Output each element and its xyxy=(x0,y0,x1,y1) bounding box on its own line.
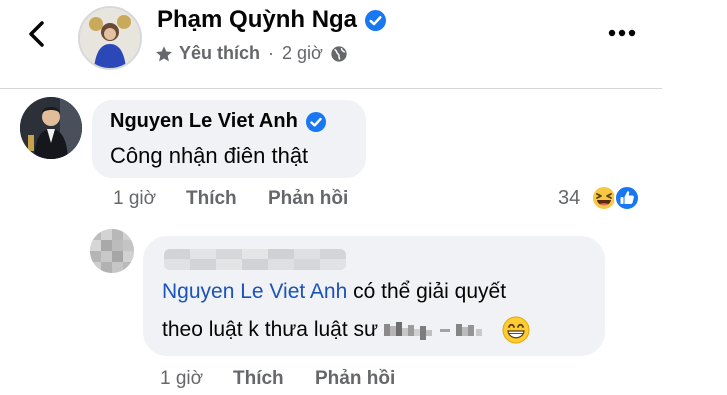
haha-reaction-icon xyxy=(591,185,617,211)
reaction-count[interactable]: 34 xyxy=(558,187,580,210)
page-avatar[interactable] xyxy=(78,6,142,70)
reply-author-name-blurred[interactable] xyxy=(164,249,346,270)
favorite-label[interactable]: Yêu thích xyxy=(179,43,260,64)
like-button[interactable]: Thích xyxy=(186,188,268,210)
verified-badge-icon xyxy=(365,9,387,31)
pixelated-name xyxy=(384,322,483,340)
meta-separator: · xyxy=(268,43,275,63)
post-meta: Yêu thích · 2 giờ xyxy=(155,43,348,64)
chevron-left-icon xyxy=(29,21,44,47)
reply-author-avatar-blurred[interactable] xyxy=(90,229,134,273)
page-title[interactable]: Phạm Quỳnh Nga xyxy=(157,6,387,34)
more-options-button[interactable] xyxy=(605,18,639,48)
page-name[interactable]: Phạm Quỳnh Nga xyxy=(157,6,357,34)
like-reaction-icon xyxy=(614,185,640,211)
verified-badge-icon xyxy=(305,111,326,132)
comment-author[interactable]: Nguyen Le Viet Anh xyxy=(110,110,326,133)
post-time[interactable]: 2 giờ xyxy=(282,43,323,64)
mention-link[interactable]: Nguyen Le Viet Anh xyxy=(162,280,347,303)
header-divider xyxy=(0,88,662,89)
grinning-emoji-icon xyxy=(502,316,530,344)
reply-text-line2: theo luật k thưa luật sư xyxy=(162,316,530,344)
back-button[interactable] xyxy=(22,18,52,50)
comment-time[interactable]: 1 giờ xyxy=(113,188,186,210)
reply-reply-button[interactable]: Phản hồi xyxy=(315,368,395,390)
comment-text: Công nhận điên thật xyxy=(110,143,309,168)
reply-like-button[interactable]: Thích xyxy=(233,368,315,390)
reply-button[interactable]: Phản hồi xyxy=(268,188,348,210)
comment-author-avatar[interactable] xyxy=(20,97,82,159)
comment-actions: 1 giờ Thích Phản hồi xyxy=(113,188,348,210)
reply-time[interactable]: 1 giờ xyxy=(160,368,233,390)
reply-text-part2: theo luật k thưa luật sư xyxy=(162,318,379,341)
globe-icon xyxy=(331,45,347,62)
reply-text-line1: Nguyen Le Viet Anh có thể giải quyết xyxy=(162,280,506,304)
comment-author-name[interactable]: Nguyen Le Viet Anh xyxy=(110,110,298,133)
star-icon xyxy=(156,45,172,61)
reply-actions: 1 giờ Thích Phản hồi xyxy=(160,368,395,390)
reply-text-part1: có thể giải quyết xyxy=(347,280,507,303)
more-dots-icon xyxy=(608,29,636,37)
reaction-summary[interactable] xyxy=(590,185,646,211)
